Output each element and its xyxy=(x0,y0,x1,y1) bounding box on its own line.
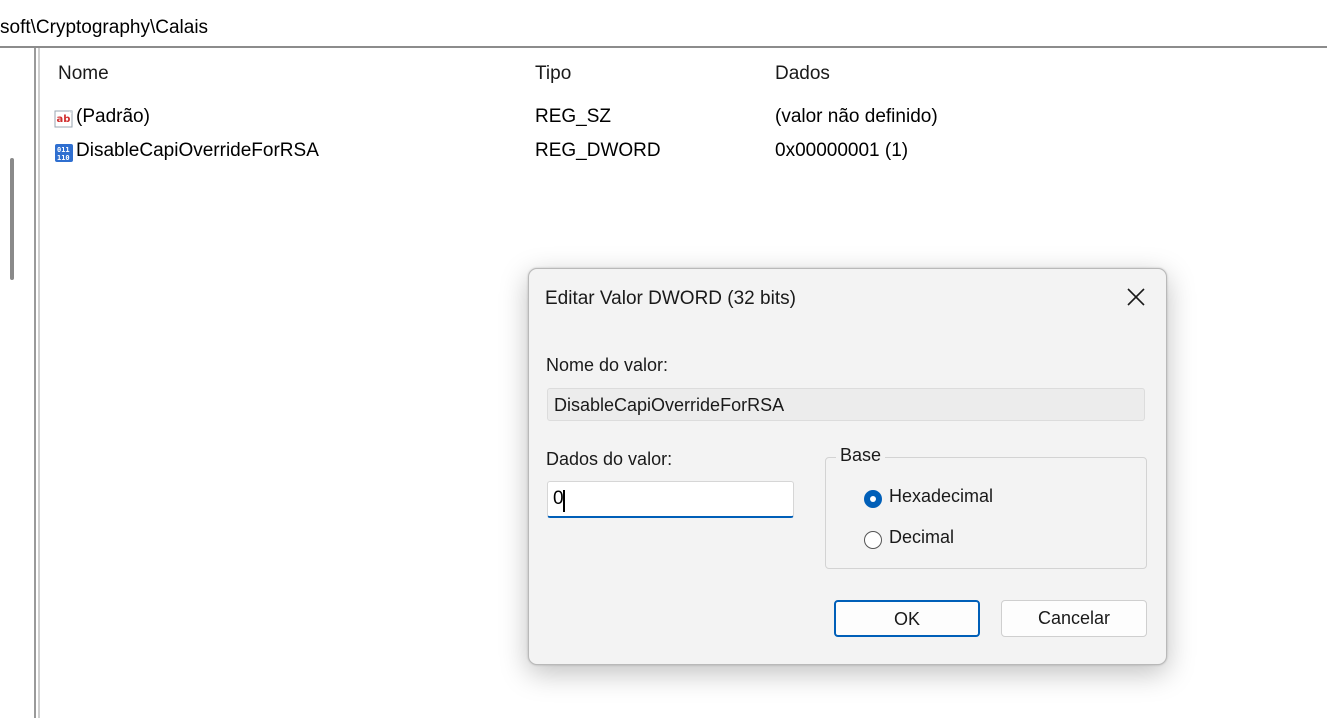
dialog-title: Editar Valor DWORD (32 bits) xyxy=(545,288,796,309)
decimal-label[interactable]: Decimal xyxy=(889,527,954,548)
value-name-label: Nome do valor: xyxy=(546,355,669,375)
svg-text:ab: ab xyxy=(57,114,71,125)
base-group-label: Base xyxy=(836,445,886,466)
window-top-strip xyxy=(0,0,1327,12)
close-icon[interactable] xyxy=(1116,277,1156,317)
hexadecimal-radio[interactable] xyxy=(864,490,882,508)
tree-pane[interactable] xyxy=(0,48,34,718)
address-path[interactable]: soft\Cryptography\Calais xyxy=(0,17,208,39)
cancel-button[interactable]: Cancelar xyxy=(1001,600,1147,637)
column-header-data[interactable]: Dados xyxy=(775,63,830,85)
text-caret xyxy=(563,490,565,512)
svg-text:110: 110 xyxy=(57,154,70,162)
column-header-type[interactable]: Tipo xyxy=(535,63,571,85)
value-name-field: DisableCapiOverrideForRSA xyxy=(547,388,1145,421)
string-value-icon: ab xyxy=(54,110,73,128)
value-data: 0x00000001 (1) xyxy=(775,140,909,161)
hexadecimal-label[interactable]: Hexadecimal xyxy=(889,486,993,507)
value-data-input[interactable] xyxy=(547,481,794,518)
ok-button[interactable]: OK xyxy=(834,600,980,637)
list-item[interactable]: ab (Padrão) REG_SZ (valor não definido) xyxy=(40,106,1240,136)
value-type: REG_SZ xyxy=(535,106,612,127)
value-data-label: Dados do valor: xyxy=(546,449,673,469)
value-name: DisableCapiOverrideForRSA xyxy=(76,140,319,161)
value-name: (Padrão) xyxy=(76,106,150,127)
value-data: (valor não definido) xyxy=(775,106,938,127)
tree-scrollbar-thumb[interactable] xyxy=(10,158,14,280)
dword-value-icon: 011 110 xyxy=(55,144,73,162)
value-name-text: DisableCapiOverrideForRSA xyxy=(554,395,785,415)
value-type: REG_DWORD xyxy=(535,140,661,161)
edit-dword-dialog[interactable]: Editar Valor DWORD (32 bits) Nome do val… xyxy=(528,268,1167,665)
base-group: Base Hexadecimal Decimal xyxy=(825,445,1147,569)
column-header-name[interactable]: Nome xyxy=(58,63,109,85)
svg-text:011: 011 xyxy=(57,146,70,154)
list-item[interactable]: 011 110 DisableCapiOverrideForRSA REG_DW… xyxy=(40,140,1240,170)
address-bar[interactable]: soft\Cryptography\Calais xyxy=(0,12,1327,48)
decimal-radio[interactable] xyxy=(864,531,882,549)
